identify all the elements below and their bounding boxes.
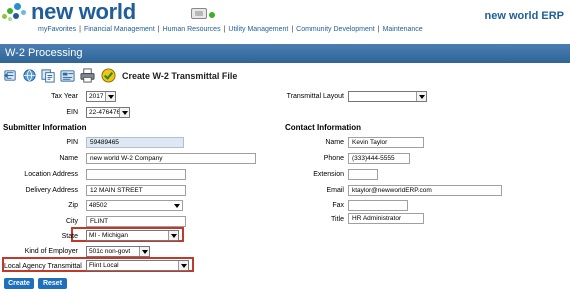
phone-label: Phone [323,155,344,162]
local-agency-transmittal-select[interactable]: Flint Local [86,260,189,271]
nav-separator: | [79,26,81,33]
nav-utility-management[interactable]: Utility Management [228,26,288,33]
nav-community-development[interactable]: Community Development [296,26,375,33]
contact-name-label: Name [325,139,344,146]
email-label: Email [326,187,344,194]
delivery-address-label: Delivery Address [25,187,78,194]
product-title: new world ERP [484,10,564,22]
chevron-down-icon [119,108,129,117]
zip-select[interactable]: 48502 [86,200,183,211]
transmittal-layout-select[interactable] [348,91,427,102]
status-dot-icon [209,12,215,18]
chevron-down-icon [178,261,188,270]
tax-year-select[interactable]: 2017 [86,91,116,102]
phone-field[interactable]: (333)444-5555 [348,153,410,164]
delivery-address-field[interactable]: 12 MAIN STREET [86,185,186,196]
state-value: MI - Michigan [89,232,129,239]
transmittal-layout-label: Transmittal Layout [286,93,344,100]
reset-button[interactable]: Reset [38,278,67,289]
create-button[interactable]: Create [4,278,34,289]
submitter-info-heading: Submitter Information [3,123,87,132]
nav-separator: | [377,26,380,33]
zip-value: 48502 [89,202,108,209]
contact-title-label: Title [331,216,344,223]
nav-maintenance[interactable]: Maintenance [383,26,423,33]
first-record-icon[interactable] [3,68,18,83]
app-header: new world new world ERP myFavorites | Fina… [0,0,570,38]
copy-records-icon[interactable] [41,68,56,83]
tax-year-label: Tax Year [51,93,78,100]
pin-field[interactable]: 59489465 [86,137,184,148]
nav-my-favorites[interactable]: myFavorites [38,26,76,33]
submitter-name-field[interactable]: new world W-2 Company [86,153,256,164]
chevron-down-icon [168,231,178,240]
location-address-label: Location Address [24,171,78,178]
email-field[interactable]: ktaylor@newworldERP.com [348,185,502,196]
state-select[interactable]: MI - Michigan [86,230,179,241]
run-process-icon[interactable] [101,68,116,83]
chevron-down-icon [416,92,426,101]
extension-field[interactable] [348,169,378,180]
page-titlebar: W-2 Processing [0,44,570,63]
main-nav: myFavorites | Financial Management | Human R… [38,26,423,33]
submitter-name-label: Name [59,155,78,162]
chevron-down-icon [139,247,149,256]
toolbar-title: Create W-2 Transmittal File [122,71,238,81]
chevron-down-icon [105,92,115,101]
extension-label: Extension [313,171,344,178]
contact-title-field[interactable]: HR Administrator [348,213,424,224]
local-agency-transmittal-label: Local Agency Transmittal [4,263,82,270]
ein-label: EIN [66,109,78,116]
toolbar: Create W-2 Transmittal File [0,66,570,86]
tax-year-value: 2017 [89,93,104,100]
contact-name-field[interactable]: Kevin Taylor [348,137,424,148]
laptop-icon [191,8,207,19]
print-icon[interactable] [80,68,95,83]
state-label: State [61,233,78,240]
zip-label: Zip [68,202,78,209]
page-title: W-2 Processing [5,47,83,59]
kind-of-employer-label: Kind of Employer [24,248,78,255]
brand-name: new world [31,0,136,24]
fax-label: Fax [332,202,344,209]
location-address-field[interactable] [86,169,186,180]
new-world-logo-icon [2,1,28,23]
contact-info-heading: Contact Information [285,123,361,132]
nav-financial-management[interactable]: Financial Management [84,26,155,33]
local-agency-transmittal-value: Flint Local [89,262,119,269]
records-list-icon[interactable] [60,68,75,83]
kind-of-employer-value: 501c non-govt [89,248,131,255]
kind-of-employer-select[interactable]: 501c non-govt [86,246,150,257]
pin-label: PIN [66,139,78,146]
city-field[interactable]: FLINT [86,216,186,227]
ein-select[interactable]: 22-4764762 [86,107,130,118]
city-label: City [65,218,78,225]
nav-separator: | [157,26,160,33]
nav-human-resources[interactable]: Human Resources [163,26,221,33]
nav-separator: | [291,26,294,33]
fax-field[interactable] [348,200,408,211]
chevron-down-icon [172,201,182,210]
globe-icon[interactable] [22,68,37,83]
